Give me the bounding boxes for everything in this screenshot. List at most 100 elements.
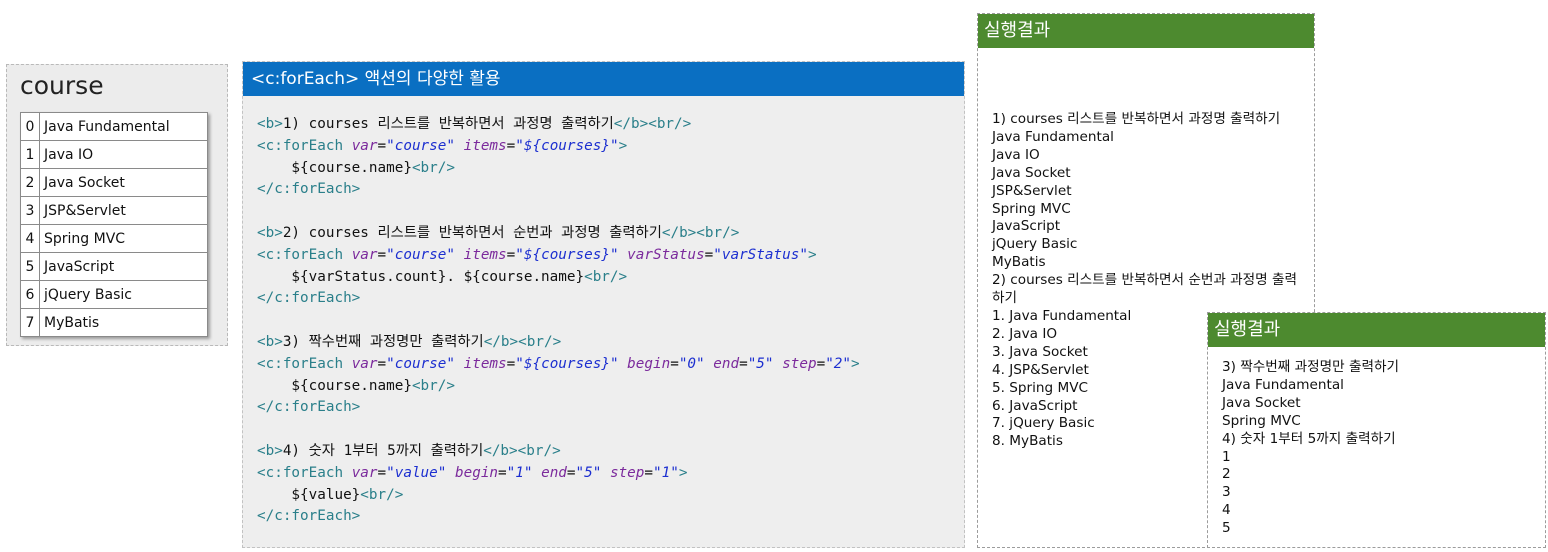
code-token: =: [506, 137, 516, 154]
code-line: <b>1) courses 리스트를 반복하면서 과정명 출력하기</b><br…: [257, 114, 860, 136]
code-line: <b>2) courses 리스트를 반복하면서 순번과 과정명 출력하기</b…: [257, 223, 860, 245]
code-token: <c:forEach: [257, 137, 352, 154]
code-token: 1) courses 리스트를 반복하면서 과정명 출력하기: [282, 116, 614, 132]
code-line: <c:forEach var="value" begin="1" end="5"…: [257, 463, 860, 485]
output-line: MyBatis: [992, 254, 1046, 271]
code-token: "course": [386, 355, 455, 372]
code-line: <c:forEach var="course" items="${courses…: [257, 136, 860, 158]
table-row: 3 JSP&Servlet: [20, 196, 208, 225]
course-name-cell: MyBatis: [39, 308, 208, 337]
code-token: "varStatus": [713, 246, 808, 263]
code-token: var: [351, 137, 378, 154]
code-token: =: [377, 464, 387, 481]
code-token: </b><br/>: [483, 442, 561, 459]
course-name-cell: Java IO: [39, 140, 208, 169]
course-panel: course 0 Java Fundamental 1 Java IO 2 Java So…: [6, 64, 228, 346]
code-token: <b>: [257, 333, 283, 350]
code-line: </c:forEach>: [257, 506, 860, 528]
code-token: <b>: [257, 224, 283, 241]
output-line: Spring MVC: [992, 200, 1071, 217]
course-index-cell: 5: [20, 252, 40, 281]
code-token: "5": [747, 355, 774, 372]
code-line: <c:forEach var="course" items="${courses…: [257, 354, 860, 376]
table-row: 0 Java Fundamental: [20, 112, 208, 141]
code-block: <b>1) courses 리스트를 반복하면서 과정명 출력하기</b><br…: [257, 114, 860, 528]
code-token: >: [851, 355, 860, 372]
code-token: =: [670, 355, 679, 372]
code-token: "${courses}": [515, 246, 619, 263]
code-token: </b><br/>: [613, 116, 692, 132]
code-token: <br/>: [411, 377, 455, 394]
code-token: </c:forEach>: [257, 399, 361, 416]
code-token: <c:forEach: [257, 464, 352, 481]
code-token: =: [704, 246, 714, 263]
course-index-cell: 1: [20, 140, 40, 169]
output-line: 4: [1222, 502, 1231, 519]
code-token: <br/>: [584, 268, 628, 285]
table-row: 2 Java Socket: [20, 168, 208, 197]
output-line: 2: [1222, 466, 1231, 483]
code-token: "value": [386, 464, 447, 481]
code-token: =: [644, 464, 654, 481]
course-name-cell: JavaScript: [39, 252, 208, 281]
code-panel-title: <c:forEach> 액션의 다양한 활용: [243, 62, 964, 96]
result-panel-2: 실행결과 3) 짝수번째 과정명만 출력하기 Java Fundamental Ja…: [1207, 312, 1546, 548]
code-token: "1": [506, 464, 533, 481]
course-name-cell: jQuery Basic: [39, 280, 208, 309]
table-row: 1 Java IO: [20, 140, 208, 169]
output-line: 3) 짝수번째 과정명만 출력하기: [1222, 359, 1399, 375]
code-token: end: [713, 355, 740, 372]
code-token: =: [498, 464, 507, 481]
output-line: Java Fundamental: [1222, 376, 1344, 393]
output-line: 5: [1222, 520, 1231, 537]
result-panel-1-title: 실행결과: [978, 14, 1314, 48]
code-token: 2) courses 리스트를 반복하면서 순번과 과정명 출력하기: [282, 224, 662, 241]
course-name-cell: Java Fundamental: [39, 112, 208, 141]
output-line: Spring MVC: [1222, 412, 1301, 429]
code-token: items: [463, 246, 507, 263]
code-line: ${course.name}<br/>: [257, 376, 860, 398]
code-token: </c:forEach>: [257, 508, 361, 525]
code-line: </c:forEach>: [257, 288, 860, 310]
code-token: ${course.name}: [257, 159, 412, 176]
course-name-cell: JSP&Servlet: [39, 196, 208, 225]
code-token: "2": [825, 355, 852, 372]
code-token: =: [377, 137, 387, 154]
output-line: 1: [1222, 448, 1231, 465]
code-token: ${varStatus.count}. ${course.name}: [257, 268, 585, 285]
code-token: end: [541, 464, 567, 481]
code-token: "${courses}": [515, 137, 619, 154]
code-token: begin: [455, 464, 499, 481]
code-token: >: [807, 246, 817, 263]
code-token: "course": [386, 246, 455, 263]
code-token: >: [618, 137, 628, 154]
course-index-cell: 7: [20, 308, 40, 337]
output-line: JavaScript: [992, 218, 1061, 235]
course-index-cell: 3: [20, 196, 40, 225]
code-line: <c:forEach var="course" items="${courses…: [257, 245, 860, 267]
code-token: ${course.name}: [257, 377, 412, 394]
output-line: Java IO: [992, 146, 1040, 163]
table-row: 4 Spring MVC: [20, 224, 208, 253]
code-token: <br/>: [360, 486, 404, 503]
course-name-cell: Spring MVC: [39, 224, 208, 253]
code-token: var: [351, 246, 378, 263]
code-token: =: [816, 355, 826, 372]
result-panel-2-output: 3) 짝수번째 과정명만 출력하기 Java Fundamental Java So…: [1222, 359, 1538, 538]
table-row: 6 jQuery Basic: [20, 280, 208, 309]
code-token: "5": [575, 464, 602, 481]
output-line: Java Socket: [1222, 394, 1301, 411]
code-token: =: [377, 246, 387, 263]
code-token: <b>: [257, 442, 283, 459]
output-line: JSP&Servlet: [992, 182, 1072, 199]
course-index-cell: 4: [20, 224, 40, 253]
code-token: var: [351, 355, 378, 372]
